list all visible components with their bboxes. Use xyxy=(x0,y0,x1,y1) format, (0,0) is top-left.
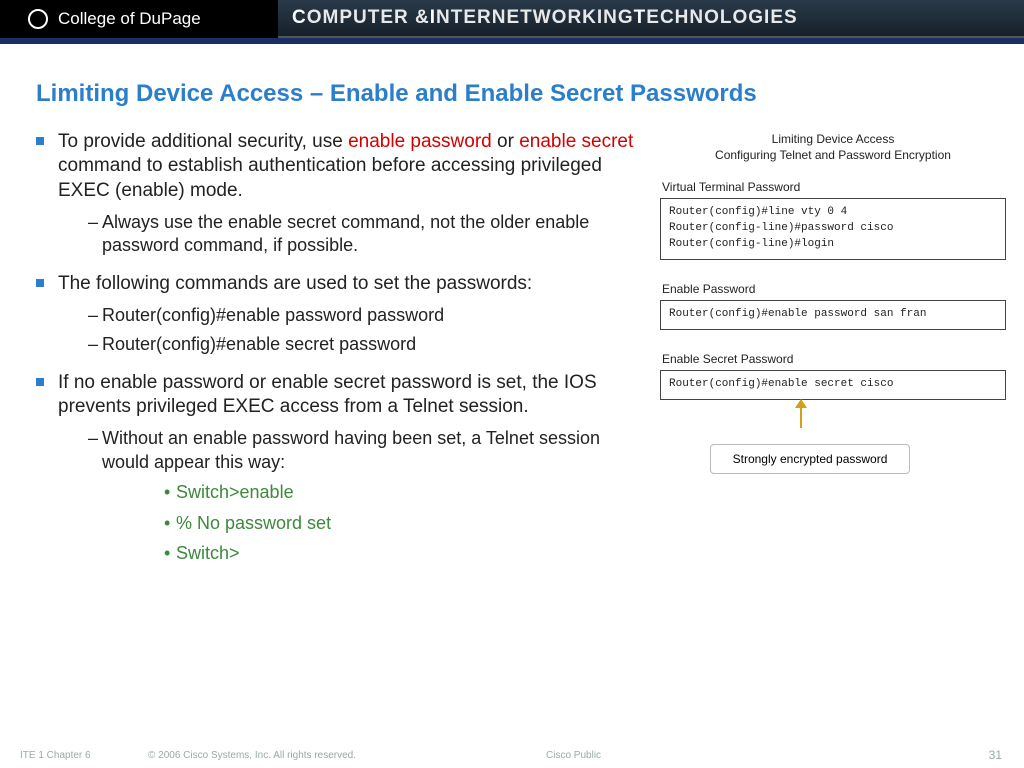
diagram-title: Limiting Device Access xyxy=(660,132,1006,146)
telnet-line-1: Switch>enable xyxy=(102,480,644,504)
highlight-enable-password: enable password xyxy=(348,131,492,152)
header-banner: COMPUTER & INTERNETWORKING TECHNOLOGIES xyxy=(278,0,1024,38)
arrow-up-icon xyxy=(800,400,802,428)
footer-public: Cisco Public xyxy=(546,750,601,761)
bullet-3: If no enable password or enable secret p… xyxy=(36,371,644,565)
cod-logo-icon xyxy=(28,9,48,29)
code-box-vty: Router(config)#line vty 0 4 Router(confi… xyxy=(660,198,1006,260)
org-name: College of DuPage xyxy=(58,9,201,29)
footer-page-number: 31 xyxy=(989,748,1002,762)
telnet-line-3: Switch> xyxy=(102,541,644,565)
bullet-2-sub-1: Router(config)#enable password password xyxy=(58,304,644,327)
section-label-enable: Enable Password xyxy=(662,282,1006,296)
slide-title: Limiting Device Access – Enable and Enab… xyxy=(36,80,1006,108)
bullet-1-sub-1: Always use the enable secret command, no… xyxy=(58,211,644,258)
content-column: To provide additional security, use enab… xyxy=(36,130,656,579)
diagram-column: Limiting Device Access Configuring Telne… xyxy=(656,130,1006,579)
code-box-enable: Router(config)#enable password san fran xyxy=(660,300,1006,330)
header-org: College of DuPage xyxy=(0,0,278,38)
footer-chapter: ITE 1 Chapter 6 xyxy=(20,750,140,761)
bullet-2: The following commands are used to set t… xyxy=(36,272,644,357)
code-box-secret: Router(config)#enable secret cisco xyxy=(660,370,1006,400)
bullet-3-sub-1: Without an enable password having been s… xyxy=(58,427,644,565)
bullet-1: To provide additional security, use enab… xyxy=(36,130,644,258)
highlight-enable-secret: enable secret xyxy=(519,131,633,152)
telnet-line-2: % No password set xyxy=(102,511,644,535)
section-label-vty: Virtual Terminal Password xyxy=(662,180,1006,194)
diagram-subtitle: Configuring Telnet and Password Encrypti… xyxy=(660,148,1006,162)
callout-box: Strongly encrypted password xyxy=(710,444,910,474)
slide-body: Limiting Device Access – Enable and Enab… xyxy=(0,44,1024,768)
footer-copyright: © 2006 Cisco Systems, Inc. All rights re… xyxy=(148,750,356,761)
slide-header: College of DuPage COMPUTER & INTERNETWOR… xyxy=(0,0,1024,38)
section-label-secret: Enable Secret Password xyxy=(662,352,1006,366)
bullet-2-sub-2: Router(config)#enable secret password xyxy=(58,333,644,356)
slide-footer: ITE 1 Chapter 6 © 2006 Cisco Systems, In… xyxy=(0,748,1024,762)
arrow-container xyxy=(660,400,1006,442)
